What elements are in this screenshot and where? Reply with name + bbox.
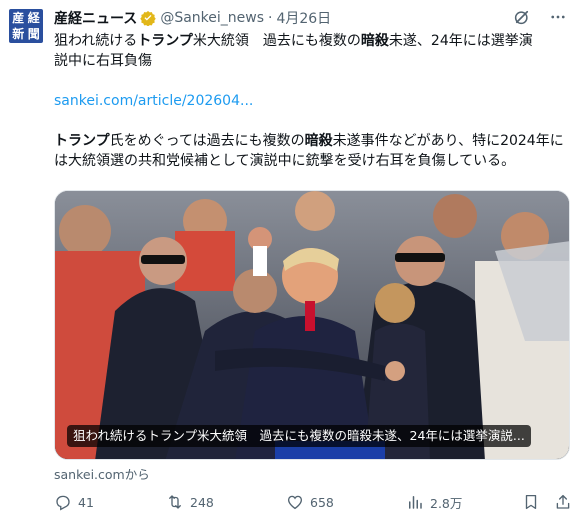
like-icon — [286, 493, 304, 511]
avatar[interactable]: 産 経 新 聞 — [9, 9, 43, 43]
text-bold: 暗殺 — [360, 33, 389, 49]
share-button[interactable] — [554, 493, 572, 511]
like-count: 658 — [310, 494, 334, 510]
card-photo — [55, 191, 569, 459]
like-button[interactable]: 658 — [286, 493, 334, 511]
repost-count: 248 — [190, 494, 214, 510]
text-bold: 暗殺 — [304, 133, 333, 149]
text-run: 狙われ続ける — [54, 33, 138, 49]
reply-button[interactable]: 41 — [54, 493, 94, 511]
tweet[interactable]: 産 経 新 聞 産経ニュース @Sankei_news · 4月26日 狙われ続… — [0, 0, 579, 519]
view-count: 2.8万 — [430, 495, 463, 511]
card-source[interactable]: sankei.comから — [54, 464, 150, 483]
tweet-header: 産経ニュース @Sankei_news · 4月26日 — [54, 8, 331, 28]
views-button[interactable]: 2.8万 — [406, 493, 462, 512]
avatar-char: 聞 — [27, 26, 40, 41]
tweet-text: 狙われ続けるトランプ米大統領 過去にも複数の暗殺未遂、24年には選挙演 説中に右… — [54, 31, 569, 171]
tweet-title-line: 狙われ続けるトランプ米大統領 過去にも複数の暗殺未遂、24年には選挙演 — [54, 31, 569, 51]
avatar-char: 産 — [12, 11, 25, 26]
post-date[interactable]: 4月26日 — [276, 8, 331, 28]
header-actions — [513, 8, 567, 26]
tweet-paragraph: トランプ氏をめぐっては過去にも複数の暗殺未遂事件などがあり、特に2024年には大… — [54, 131, 569, 171]
tweet-title-line: 説中に右耳負傷 — [54, 53, 152, 69]
avatar-char: 経 — [27, 11, 40, 26]
repost-button[interactable]: 248 — [166, 493, 214, 511]
reply-count: 41 — [78, 494, 94, 510]
views-icon — [406, 493, 424, 511]
text-bold: トランプ — [137, 33, 193, 49]
separator: · — [268, 10, 273, 26]
avatar-char: 新 — [12, 26, 25, 41]
grok-icon[interactable] — [513, 8, 531, 26]
more-icon[interactable] — [549, 8, 567, 26]
repost-icon — [166, 493, 184, 511]
text-bold: トランプ — [54, 133, 110, 149]
verified-badge-icon[interactable] — [140, 10, 157, 26]
reply-icon — [54, 493, 72, 511]
text-run: 未遂、24年には選挙演 — [388, 33, 533, 49]
text-run: 氏をめぐっては過去にも複数の — [109, 133, 305, 149]
card-caption: 狙われ続けるトランプ米大統領 過去にも複数の暗殺未遂、24年には選挙演説... — [67, 425, 531, 447]
bookmark-button[interactable] — [522, 493, 540, 511]
share-icon — [554, 493, 572, 511]
action-bar: 41 248 658 2.8万 — [54, 491, 572, 513]
text-run: 米大統領 過去にも複数の — [192, 33, 361, 49]
bookmark-icon — [522, 493, 540, 511]
article-link[interactable]: sankei.com/article/202604... — [54, 91, 569, 111]
account-name[interactable]: 産経ニュース — [54, 8, 137, 28]
link-card[interactable]: 狙われ続けるトランプ米大統領 過去にも複数の暗殺未遂、24年には選挙演説... — [54, 190, 570, 460]
account-handle[interactable]: @Sankei_news — [160, 10, 264, 26]
